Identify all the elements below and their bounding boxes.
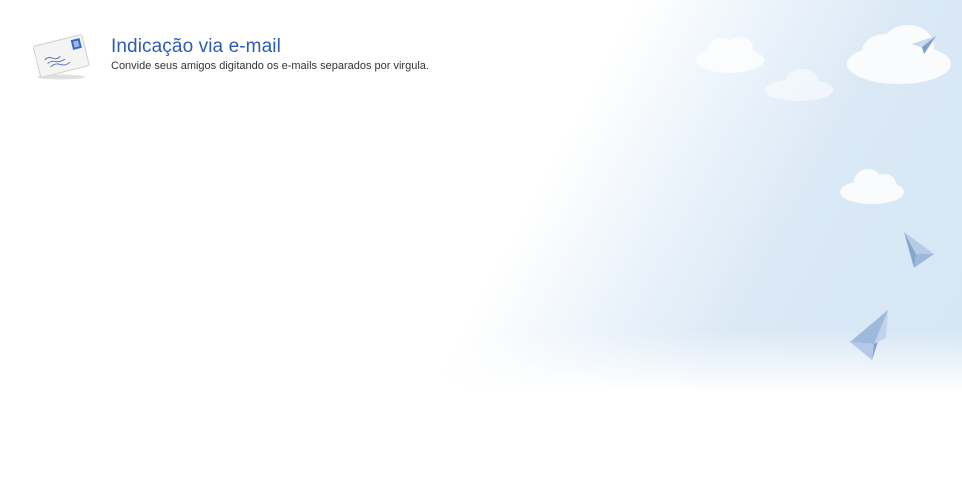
paper-plane-icon	[904, 232, 934, 268]
envelope-icon	[32, 30, 90, 80]
cloud-icon	[840, 169, 904, 204]
page-title: Indicação via e-mail	[111, 36, 281, 57]
sky-fade	[0, 330, 962, 495]
email-referral-panel: Indicação via e-mail Convide seus amigos…	[0, 0, 962, 495]
paper-plane-icon	[912, 36, 936, 54]
page-subtitle: Convide seus amigos digitando os e-mails…	[111, 60, 429, 72]
cloud-icon	[765, 69, 833, 101]
header-text: Indicação via e-mail Convide seus amigos…	[111, 30, 429, 73]
page-header: Indicação via e-mail Convide seus amigos…	[32, 30, 429, 80]
cloud-icon	[696, 37, 764, 73]
paper-plane-icon	[850, 310, 888, 360]
